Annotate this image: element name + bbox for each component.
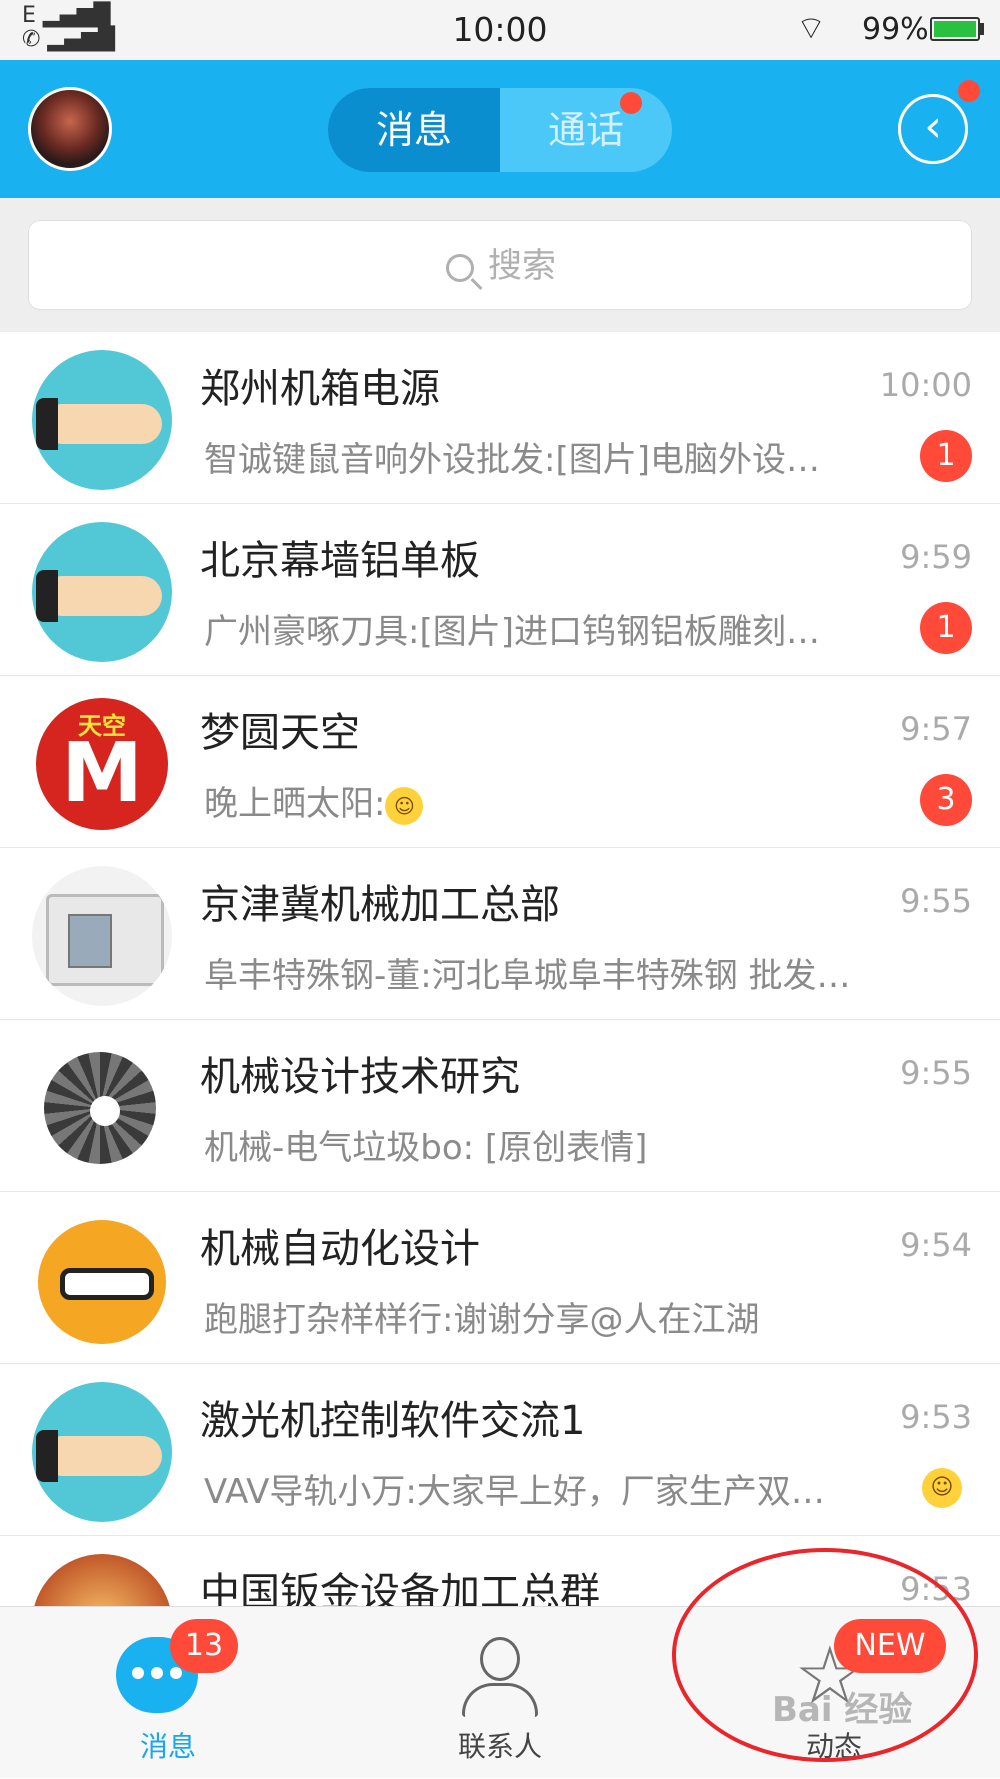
conversation-title: 激光机控制软件交流1 <box>200 1398 586 1444</box>
handshake-avatar <box>32 350 172 490</box>
tab-messages[interactable]: 消息 <box>328 88 500 172</box>
battery-percent: 99% <box>862 12 929 47</box>
conversation-row[interactable]: 北京幕墙铝单板 9:59 广州豪啄刀具:[图片]进口钨钢铝板雕刻… 1 <box>0 504 1000 676</box>
tab-calls[interactable]: 通话 <box>500 88 672 172</box>
conversation-title: 郑州机箱电源 <box>200 366 440 412</box>
conversation-time: 9:55 <box>900 882 972 920</box>
conversation-preview: 机械-电气垃圾bo: [原创表情] <box>204 1128 648 1168</box>
header: 消息 通话 ‹ <box>0 60 1000 198</box>
unread-badge: 1 <box>920 602 972 654</box>
conversation-row[interactable]: 郑州机箱电源 10:00 智诚键鼠音响外设批发:[图片]电脑外设… 1 <box>0 332 1000 504</box>
chevron-left-icon: ‹ <box>924 101 942 152</box>
conversation-time: 9:57 <box>900 710 972 748</box>
messages-count-badge: 13 <box>170 1619 238 1673</box>
conversation-list[interactable]: 郑州机箱电源 10:00 智诚键鼠音响外设批发:[图片]电脑外设… 1 北京幕墙… <box>0 332 1000 1606</box>
search-placeholder: 搜索 <box>488 246 556 286</box>
conversation-time: 10:00 <box>879 366 972 404</box>
machine-avatar <box>32 866 172 1006</box>
unread-badge: 1 <box>920 430 972 482</box>
conversation-preview: 广州豪啄刀具:[图片]进口钨钢铝板雕刻… <box>204 612 820 652</box>
wifi-icon: ⌔ <box>796 9 827 47</box>
search-input[interactable]: 搜索 <box>28 220 972 310</box>
conversation-time: 9:59 <box>900 538 972 576</box>
back-unread-dot <box>958 80 980 102</box>
conversation-title: 梦圆天空 <box>200 710 360 756</box>
conversation-time: 9:53 <box>900 1398 972 1436</box>
group-avatar <box>32 1554 172 1606</box>
m-logo-avatar: 天空 M <box>32 694 172 834</box>
contacts-icon <box>462 1637 538 1717</box>
search-area: 搜索 <box>0 198 1000 332</box>
status-time: 10:00 <box>452 10 548 49</box>
handshake-avatar <box>32 1382 172 1522</box>
status-bar: E ▂▄▆█ ✆ ▂▄▆█ 10:00 ⌔ 99% <box>0 0 1000 60</box>
conversation-row[interactable]: 激光机控制软件交流1 9:53 VAV导轨小万:大家早上好，厂家生产双… ☺ <box>0 1364 1000 1536</box>
conversation-preview: 跑腿打杂样样行:谢谢分享@人在江湖 <box>204 1300 760 1340</box>
conversation-preview: 智诚键鼠音响外设批发:[图片]电脑外设… <box>204 440 820 480</box>
conversation-title: 京津冀机械加工总部 <box>200 882 560 928</box>
back-button[interactable]: ‹ <box>898 94 968 164</box>
conversation-row[interactable]: 机械设计技术研究 9:55 机械-电气垃圾bo: [原创表情] <box>0 1020 1000 1192</box>
unread-badge: 3 <box>920 774 972 826</box>
conversation-row[interactable]: 机械自动化设计 9:54 跑腿打杂样样行:谢谢分享@人在江湖 <box>0 1192 1000 1364</box>
battery-icon <box>930 17 980 41</box>
conversation-title: 北京幕墙铝单板 <box>200 538 480 584</box>
conversation-time: 9:54 <box>900 1226 972 1264</box>
cartoon-face-avatar <box>32 1210 172 1350</box>
conversation-preview: VAV导轨小万:大家早上好，厂家生产双… <box>204 1472 825 1512</box>
grin-emoji-icon: ☺ <box>385 786 424 825</box>
tab-contacts[interactable]: 联系人 <box>390 1607 610 1779</box>
tab-label: 消息 <box>139 1730 196 1763</box>
gear-avatar <box>32 1038 172 1178</box>
conversation-title: 中国钣金设备加工总群 <box>200 1570 600 1606</box>
conversation-title: 机械自动化设计 <box>200 1226 480 1272</box>
conversation-row[interactable]: 天空 M 梦圆天空 9:57 晚上晒太阳: ☺ 3 <box>0 676 1000 848</box>
avatar-letter: M <box>61 726 143 821</box>
conversation-row[interactable]: 京津冀机械加工总部 9:55 阜丰特殊钢-董:河北阜城阜丰特殊钢 批发… <box>0 848 1000 1020</box>
handshake-avatar <box>32 522 172 662</box>
watermark: Bai 经验 <box>772 1690 913 1730</box>
conversation-title: 机械设计技术研究 <box>200 1054 520 1100</box>
tab-messages-bottom[interactable]: 消息 <box>58 1607 278 1779</box>
search-icon <box>446 253 474 282</box>
conversation-time: 9:55 <box>900 1054 972 1092</box>
tab-label: 联系人 <box>457 1730 542 1763</box>
battery-tip <box>980 23 984 35</box>
conversation-preview: 阜丰特殊钢-董:河北阜城阜丰特殊钢 批发… <box>204 956 851 996</box>
calls-unread-dot <box>620 92 642 114</box>
grin-emoji-icon: ☺ <box>922 1468 962 1508</box>
my-avatar[interactable] <box>28 87 112 171</box>
conversation-preview: 晚上晒太阳: ☺ <box>204 776 904 825</box>
battery-fill <box>934 21 976 37</box>
